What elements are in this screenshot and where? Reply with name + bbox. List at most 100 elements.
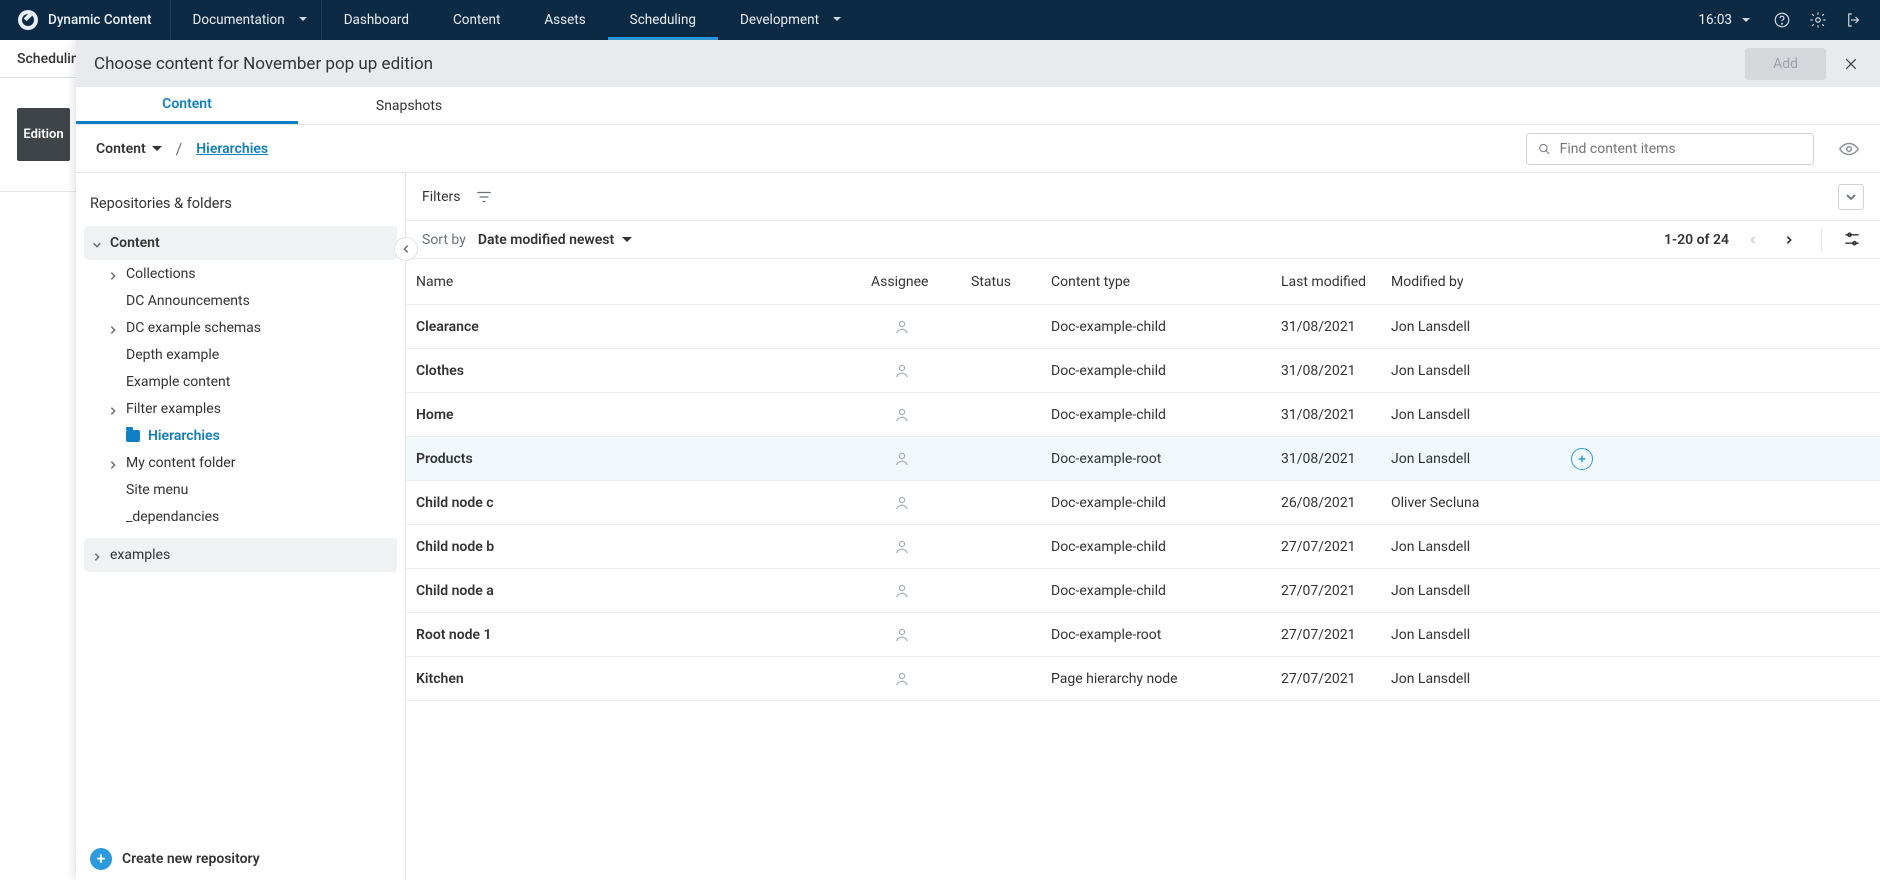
content-picker-modal: Choose content for November pop up editi… [76, 40, 1880, 880]
breadcrumb-current[interactable]: Hierarchies [196, 141, 268, 157]
filters-button[interactable] [475, 188, 493, 206]
close-button[interactable] [1840, 53, 1862, 75]
tab-snapshots[interactable]: Snapshots [298, 87, 520, 124]
row-by: Jon Lansdell [1391, 627, 1571, 643]
filters-bar: Filters [406, 173, 1880, 221]
tree-root-examples[interactable]: examples [84, 538, 397, 572]
tree-item-label: DC Announcements [126, 293, 250, 309]
tree-item-label: Hierarchies [148, 428, 220, 444]
tree-item[interactable]: Depth example [84, 341, 397, 368]
tree-item-label: Collections [126, 266, 196, 282]
row-type: Page hierarchy node [1051, 671, 1281, 687]
add-button[interactable]: Add [1745, 48, 1826, 80]
collapse-sidebar-button[interactable] [394, 237, 418, 261]
table-header: Name Assignee Status Content type Last m… [406, 259, 1880, 305]
chevron-down-icon [622, 237, 632, 247]
nav-development[interactable]: Development [718, 0, 855, 40]
tree-item[interactable]: Filter examples [84, 395, 397, 422]
settings-button[interactable] [1804, 6, 1832, 34]
row-type: Doc-example-child [1051, 539, 1281, 555]
col-status: Status [971, 274, 1051, 290]
tree-item[interactable]: Hierarchies [84, 422, 397, 449]
search-wrap[interactable] [1526, 133, 1814, 165]
expand-panel-button[interactable] [1838, 184, 1864, 210]
search-input[interactable] [1560, 141, 1803, 157]
chevron-down-icon [1845, 191, 1857, 203]
breadcrumb-root[interactable]: Content [96, 141, 162, 157]
nav-content[interactable]: Content [431, 0, 522, 40]
tree-item[interactable]: DC Announcements [84, 287, 397, 314]
repo-sidebar: Repositories & folders ContentCollection… [76, 173, 406, 880]
brand-name: Dynamic Content [48, 12, 152, 28]
row-by: Jon Lansdell [1391, 671, 1571, 687]
tree-item[interactable]: My content folder [84, 449, 397, 476]
help-button[interactable] [1768, 6, 1796, 34]
brand-block[interactable]: Dynamic Content [0, 0, 171, 40]
nav-documentation[interactable]: Documentation [171, 0, 322, 40]
table-row[interactable]: Clothes Doc-example-child 31/08/2021 Jon… [406, 349, 1880, 393]
preview-toggle[interactable] [1838, 138, 1860, 160]
nav-scheduling[interactable]: Scheduling [608, 0, 718, 40]
row-modified: 27/07/2021 [1281, 539, 1391, 555]
assignee-icon [893, 406, 911, 424]
table-row[interactable]: Products Doc-example-root 31/08/2021 Jon… [406, 437, 1880, 481]
time-selector[interactable]: 16:03 [1688, 12, 1760, 28]
create-repo-button[interactable]: + Create new repository [76, 838, 405, 880]
tree-item[interactable]: Example content [84, 368, 397, 395]
tree-item-label: Filter examples [126, 401, 221, 417]
breadcrumb-bar: Content / Hierarchies [76, 125, 1880, 173]
edition-thumb[interactable]: Edition [17, 108, 70, 161]
row-modified: 27/07/2021 [1281, 671, 1391, 687]
sort-bar: Sort by Date modified newest 1-20 of 24 [406, 221, 1880, 259]
row-by: Jon Lansdell [1391, 583, 1571, 599]
topbar: Dynamic Content Documentation Dashboard … [0, 0, 1880, 40]
tree-item[interactable]: _dependancies [84, 503, 397, 530]
assignee-icon [893, 494, 911, 512]
row-type: Doc-example-child [1051, 407, 1281, 423]
row-modified: 31/08/2021 [1281, 363, 1391, 379]
pager-prev[interactable] [1741, 228, 1765, 252]
assignee-icon [893, 626, 911, 644]
row-type: Doc-example-child [1051, 583, 1281, 599]
chevron-right-icon [92, 550, 102, 560]
assignee-icon [893, 582, 911, 600]
breadcrumb-sep: / [176, 139, 183, 158]
logout-button[interactable] [1840, 6, 1868, 34]
tree-item[interactable]: Site menu [84, 476, 397, 503]
assignee-icon [893, 670, 911, 688]
nav-dashboard[interactable]: Dashboard [322, 0, 431, 40]
column-settings-button[interactable] [1842, 229, 1864, 251]
clock-time: 16:03 [1698, 12, 1732, 28]
assignee-icon [893, 318, 911, 336]
table-row[interactable]: Child node c Doc-example-child 26/08/202… [406, 481, 1880, 525]
table-row[interactable]: Kitchen Page hierarchy node 27/07/2021 J… [406, 657, 1880, 701]
content-list-panel: Filters Sort by Date modified newest 1-2… [406, 173, 1880, 880]
chevron-down-icon [1742, 18, 1750, 26]
sort-selector[interactable]: Date modified newest [478, 232, 632, 248]
table-row[interactable]: Root node 1 Doc-example-root 27/07/2021 … [406, 613, 1880, 657]
assignee-icon [893, 450, 911, 468]
row-name: Products [416, 451, 871, 467]
tree-root-content[interactable]: Content [84, 226, 397, 260]
row-add-button[interactable] [1571, 448, 1593, 470]
pager-next[interactable] [1777, 228, 1801, 252]
tree-item[interactable]: Collections [84, 260, 397, 287]
plus-icon: + [90, 848, 112, 870]
nav-assets[interactable]: Assets [522, 0, 607, 40]
table-row[interactable]: Child node b Doc-example-child 27/07/202… [406, 525, 1880, 569]
table-row[interactable]: Child node a Doc-example-child 27/07/202… [406, 569, 1880, 613]
table-row[interactable]: Home Doc-example-child 31/08/2021 Jon La… [406, 393, 1880, 437]
col-modified: Last modified [1281, 274, 1391, 290]
tab-content[interactable]: Content [76, 87, 298, 124]
pager-range: 1-20 of 24 [1664, 232, 1729, 248]
row-by: Jon Lansdell [1391, 319, 1571, 335]
sort-label: Sort by [422, 232, 466, 248]
table-row[interactable]: Clearance Doc-example-child 31/08/2021 J… [406, 305, 1880, 349]
tree-item-label: My content folder [126, 455, 235, 471]
row-by: Jon Lansdell [1391, 363, 1571, 379]
row-by: Jon Lansdell [1391, 407, 1571, 423]
tree-item-label: Example content [126, 374, 230, 390]
top-right: 16:03 [1688, 0, 1880, 40]
tree-item[interactable]: DC example schemas [84, 314, 397, 341]
row-name: Clothes [416, 363, 871, 379]
